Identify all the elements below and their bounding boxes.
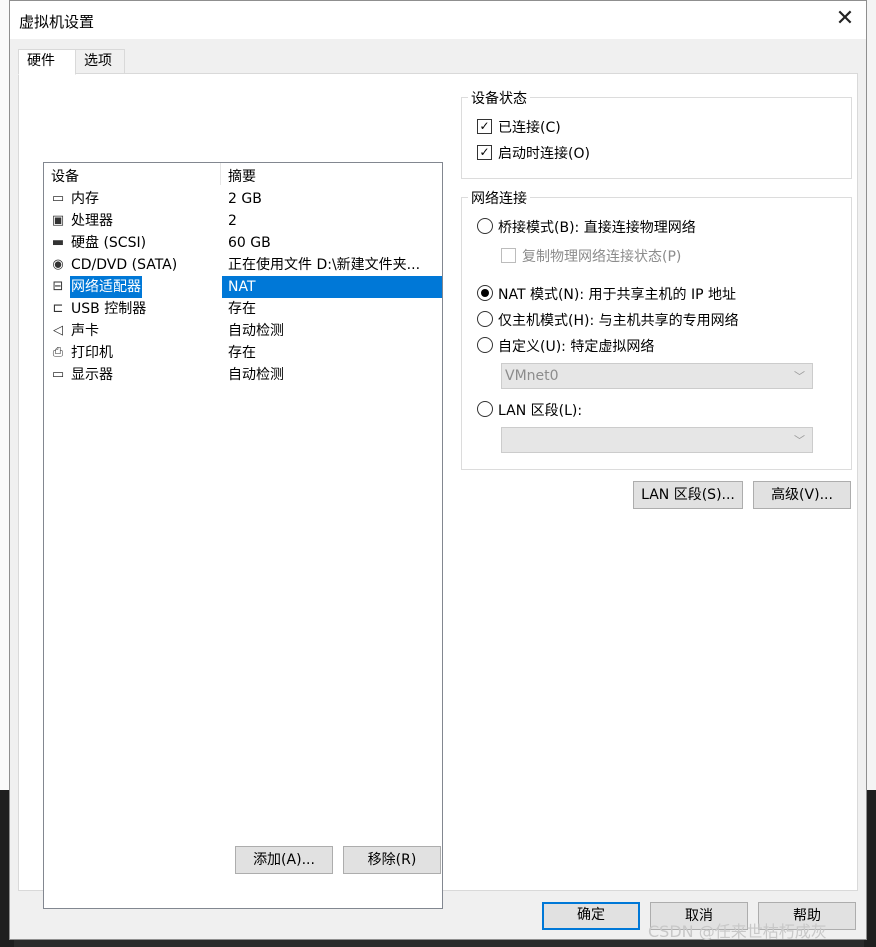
device-list-header: 设备 摘要 [44,163,442,187]
lan-segment-select[interactable]: ﹀ [501,427,813,453]
device-row-network-adapter[interactable]: ⊟ 网络适配器 NAT [44,276,442,298]
device-summary: NAT [222,276,442,298]
custom-network-select[interactable]: VMnet0 ﹀ [501,363,813,389]
chevron-down-icon: ﹀ [794,370,805,383]
device-summary: 60 GB [228,235,271,251]
nat-label[interactable]: NAT 模式(N): 用于共享主机的 IP 地址 [498,284,736,304]
device-row-sound-card[interactable]: ◁ 声卡 自动检测 [44,320,442,342]
replicate-state-label[interactable]: 复制物理网络连接状态(P) [522,246,681,266]
tab-label: 硬件 [27,53,55,69]
hardware-tab-panel: 设备 摘要 ▭ 内存 2 GB ▣ 处理器 2 ▬ 硬盘 (SCSI) 60 G… [18,73,858,909]
tab-hardware[interactable]: 硬件 [18,49,76,75]
background-window-right [866,0,876,790]
device-row-usb-controller[interactable]: ⊏ USB 控制器 存在 [44,298,442,320]
device-row-hard-disk[interactable]: ▬ 硬盘 (SCSI) 60 GB [44,232,442,254]
device-name: 显示器 [71,367,113,383]
bridged-label[interactable]: 桥接模式(B): 直接连接物理网络 [498,217,696,237]
add-device-button[interactable]: 添加(A)... [235,846,333,874]
connected-label[interactable]: 已连接(C) [498,117,561,137]
remove-device-button[interactable]: 移除(R) [343,846,441,874]
device-name: 网络适配器 [70,276,142,298]
device-status-title: 设备状态 [468,88,530,108]
device-status-group: 设备状态 ✓ 已连接(C) ✓ 启动时连接(O) [461,88,852,179]
tab-label: 选项 [84,53,112,69]
network-connection-title: 网络连接 [468,188,530,208]
display-icon: ▭ [51,367,65,382]
device-name: CD/DVD (SATA) [71,257,178,273]
processor-icon: ▣ [51,213,65,228]
device-name: 内存 [71,191,99,207]
custom-network-value: VMnet0 [505,368,559,384]
connect-at-power-on-checkbox[interactable]: ✓ [477,145,492,160]
device-summary: 自动检测 [228,367,284,383]
cd-dvd-icon: ◉ [52,257,64,272]
connected-checkbox[interactable]: ✓ [477,119,492,134]
printer-icon: ⎙ [52,345,64,360]
host-only-radio[interactable] [477,311,493,327]
radio-selected-dot [481,289,489,297]
custom-radio[interactable] [477,337,493,353]
device-summary: 存在 [228,345,256,361]
device-summary: 2 GB [228,191,262,207]
memory-icon: ▭ [51,191,65,206]
column-header-summary[interactable]: 摘要 [228,166,256,186]
close-icon: ✕ [835,6,855,31]
connect-at-power-on-label[interactable]: 启动时连接(O) [498,143,590,163]
title-bar: 虚拟机设置 ✕ [10,1,866,39]
device-name: 处理器 [71,213,113,229]
close-button[interactable]: ✕ [828,5,862,35]
chevron-down-icon: ﹀ [794,434,805,447]
device-row-display[interactable]: ▭ 显示器 自动检测 [44,364,442,386]
tab-options[interactable]: 选项 [75,49,125,73]
column-header-device[interactable]: 设备 [51,166,79,186]
network-adapter-icon: ⊟ [52,279,64,294]
device-name: 打印机 [71,345,113,361]
column-separator[interactable] [220,163,221,185]
device-name: 硬盘 (SCSI) [71,235,147,251]
lan-segment-label[interactable]: LAN 区段(L): [498,400,582,420]
ok-button[interactable]: 确定 [542,902,640,930]
device-row-cd-dvd[interactable]: ◉ CD/DVD (SATA) 正在使用文件 D:\新建文件夹... [44,254,442,276]
device-name: 声卡 [71,323,99,339]
sound-card-icon: ◁ [53,323,63,338]
device-row-processor[interactable]: ▣ 处理器 2 [44,210,442,232]
lan-segments-button[interactable]: LAN 区段(S)... [633,481,743,509]
watermark-text: CSDN @任来世枯朽成灰 [648,922,827,941]
custom-label[interactable]: 自定义(U): 特定虚拟网络 [498,336,654,356]
device-summary: 2 [228,213,237,229]
window-title: 虚拟机设置 [19,13,95,31]
bridged-radio[interactable] [477,218,493,234]
advanced-button[interactable]: 高级(V)... [753,481,851,509]
host-only-label[interactable]: 仅主机模式(H): 与主机共享的专用网络 [498,310,739,330]
replicate-state-checkbox[interactable] [501,248,516,263]
nat-radio[interactable] [477,285,493,301]
network-connection-group: 网络连接 桥接模式(B): 直接连接物理网络 复制物理网络连接状态(P) NAT… [461,188,852,470]
usb-icon: ⊏ [52,301,64,316]
device-summary: 存在 [228,301,256,317]
device-summary: 正在使用文件 D:\新建文件夹... [228,257,421,273]
device-row-memory[interactable]: ▭ 内存 2 GB [44,188,442,210]
vm-settings-dialog: 虚拟机设置 ✕ 硬件 选项 设备 摘要 ▭ 内存 2 GB ▣ 处理器 2 ▬ … [9,0,867,940]
device-row-printer[interactable]: ⎙ 打印机 存在 [44,342,442,364]
lan-segment-radio[interactable] [477,401,493,417]
device-list[interactable]: 设备 摘要 ▭ 内存 2 GB ▣ 处理器 2 ▬ 硬盘 (SCSI) 60 G… [43,162,443,909]
device-name: USB 控制器 [71,301,147,317]
hard-disk-icon: ▬ [51,235,65,250]
device-summary: 自动检测 [228,323,284,339]
